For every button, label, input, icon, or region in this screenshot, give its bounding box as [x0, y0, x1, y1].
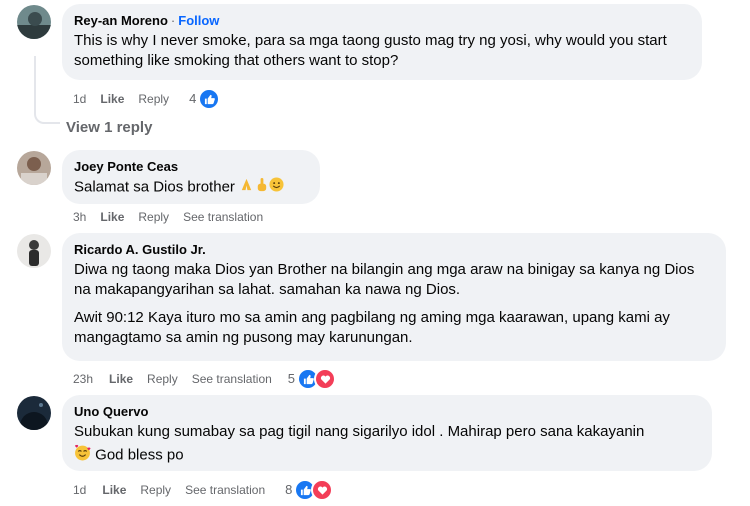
comment-actions: 23h Like Reply See translation 5: [73, 368, 337, 390]
like-button[interactable]: Like: [109, 371, 133, 387]
comment-text: Subukan kung sumabay sa pag tigil nang s…: [74, 423, 645, 440]
comment-text-paragraph-2: Awit 90:12 Kaya ituro mo sa amin ang pag…: [74, 309, 670, 346]
comment-author[interactable]: Joey Ponte Ceas: [74, 158, 308, 175]
comment-time[interactable]: 23h: [73, 371, 93, 387]
avatar[interactable]: [17, 5, 51, 39]
reply-button[interactable]: Reply: [138, 209, 169, 225]
comment-text-line-2: God bless po: [95, 446, 184, 464]
comment-text: Salamat sa Dios brother: [74, 178, 235, 196]
reaction-count: 4: [189, 91, 197, 106]
love-icon: [314, 368, 337, 390]
reaction-summary[interactable]: 5: [287, 368, 337, 390]
comment-actions: 1d Like Reply 4: [73, 88, 221, 110]
comment-text: This is why I never smoke, para sa mga t…: [74, 32, 667, 69]
comment-time[interactable]: 1d: [73, 91, 86, 107]
comment-bubble: Ricardo A. Gustilo Jr. Diwa ng taong mak…: [62, 233, 726, 361]
comment-bubble: Rey-an Moreno · Follow This is why I never…: [62, 4, 702, 80]
comment-bubble: Uno Quervo Subukan kung sumabay sa pag t…: [62, 395, 712, 471]
comment-time[interactable]: 3h: [73, 209, 86, 225]
comment-author[interactable]: Ricardo A. Gustilo Jr.: [74, 241, 714, 258]
comment-text: Diwa ng taong maka Dios yan Brother na b…: [74, 261, 695, 298]
see-translation-link[interactable]: See translation: [185, 482, 265, 498]
view-replies-link[interactable]: View 1 reply: [66, 119, 152, 136]
follow-button[interactable]: Follow: [178, 13, 219, 28]
like-button[interactable]: Like: [100, 209, 124, 225]
avatar[interactable]: [17, 396, 51, 430]
reaction-count: 5: [287, 371, 296, 386]
reaction-summary[interactable]: 4: [189, 88, 221, 110]
avatar[interactable]: [17, 151, 51, 185]
comment-author[interactable]: Rey-an Moreno: [74, 13, 168, 28]
like-button[interactable]: Like: [102, 482, 126, 498]
reply-button: Reply: [138, 92, 170, 106]
like-button[interactable]: Like: [100, 91, 124, 107]
reaction-count: 8: [285, 482, 293, 497]
reply-thread-line: [34, 56, 60, 124]
comment-author[interactable]: Uno Quervo: [74, 403, 700, 420]
reaction-summary[interactable]: 8: [285, 479, 334, 501]
love-icon: [311, 479, 334, 501]
reply-button[interactable]: Reply: [140, 482, 171, 498]
comment-bubble: Joey Ponte Ceas Salamat sa Dios brother: [62, 150, 320, 204]
smiling-face-with-hearts-emoji: [74, 444, 91, 467]
comment-actions: 3h Like Reply See translation: [73, 209, 263, 225]
separator-dot: ·: [170, 13, 176, 28]
pointing-hand-emoji: [254, 177, 269, 198]
comment-actions: 1d Like Reply See translation 8: [73, 479, 334, 501]
smiling-face-emoji: [269, 177, 284, 198]
like-icon: [198, 88, 221, 110]
avatar[interactable]: [17, 234, 51, 268]
see-translation-link[interactable]: See translation: [183, 209, 263, 225]
reply-button[interactable]: Reply: [147, 371, 178, 387]
see-translation-link[interactable]: See translation: [192, 371, 272, 387]
praying-hands-emoji: [239, 177, 254, 198]
comment-time[interactable]: 1d: [73, 482, 86, 498]
